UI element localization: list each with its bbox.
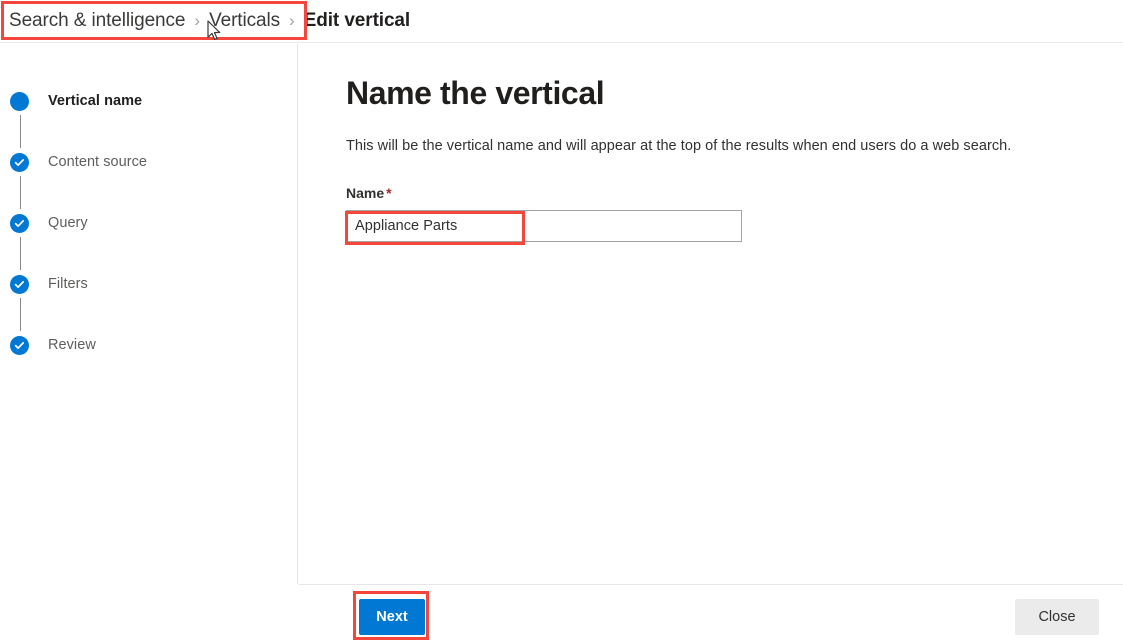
- name-field-label: Name *: [346, 185, 392, 201]
- breadcrumb: Search & intelligence › Verticals › Edit…: [9, 0, 410, 42]
- step-connector-line: [19, 176, 21, 209]
- step-connector-line: [19, 298, 21, 331]
- filled-circle-icon: [10, 91, 29, 111]
- wizard-step-label: Review: [48, 337, 96, 353]
- wizard-step-label: Vertical name: [48, 93, 143, 109]
- check-circle-icon: [10, 152, 29, 172]
- main-content: Name the vertical This will be the verti…: [299, 44, 1123, 584]
- wizard-step-filters[interactable]: Filters: [0, 270, 297, 331]
- page-title: Name the vertical: [346, 75, 605, 111]
- wizard-step-review[interactable]: Review: [0, 331, 297, 359]
- name-label-text: Name: [346, 185, 385, 202]
- check-circle-icon: [10, 274, 29, 294]
- breadcrumb-item-edit-vertical: Edit vertical: [303, 10, 411, 31]
- footer-bar: Next Close: [299, 584, 1123, 642]
- next-button[interactable]: Next: [359, 599, 425, 635]
- name-field-group: Name *: [346, 185, 742, 243]
- chevron-right-icon: ›: [194, 11, 201, 30]
- wizard-step-label: Query: [48, 215, 88, 231]
- page-description: This will be the vertical name and will …: [346, 138, 1012, 155]
- wizard-step-content-source[interactable]: Content source: [0, 148, 297, 209]
- breadcrumb-item-verticals[interactable]: Verticals: [209, 10, 280, 32]
- step-connector-line: [19, 115, 21, 148]
- wizard-step-list: Vertical name Content source Query Filte…: [0, 44, 298, 584]
- required-asterisk-icon: *: [386, 185, 392, 202]
- wizard-step-label: Filters: [48, 276, 88, 292]
- wizard-step-vertical-name[interactable]: Vertical name: [0, 87, 297, 148]
- wizard-step-query[interactable]: Query: [0, 209, 297, 270]
- name-input[interactable]: [346, 210, 742, 243]
- wizard-step-label: Content source: [48, 154, 148, 170]
- check-circle-icon: [10, 335, 29, 355]
- breadcrumb-bar: Search & intelligence › Verticals › Edit…: [0, 0, 1123, 43]
- step-connector-line: [19, 237, 21, 270]
- check-circle-icon: [10, 213, 29, 233]
- close-button[interactable]: Close: [1015, 599, 1099, 635]
- chevron-right-icon: ›: [289, 11, 295, 30]
- breadcrumb-item-search-intelligence[interactable]: Search & intelligence: [9, 10, 186, 32]
